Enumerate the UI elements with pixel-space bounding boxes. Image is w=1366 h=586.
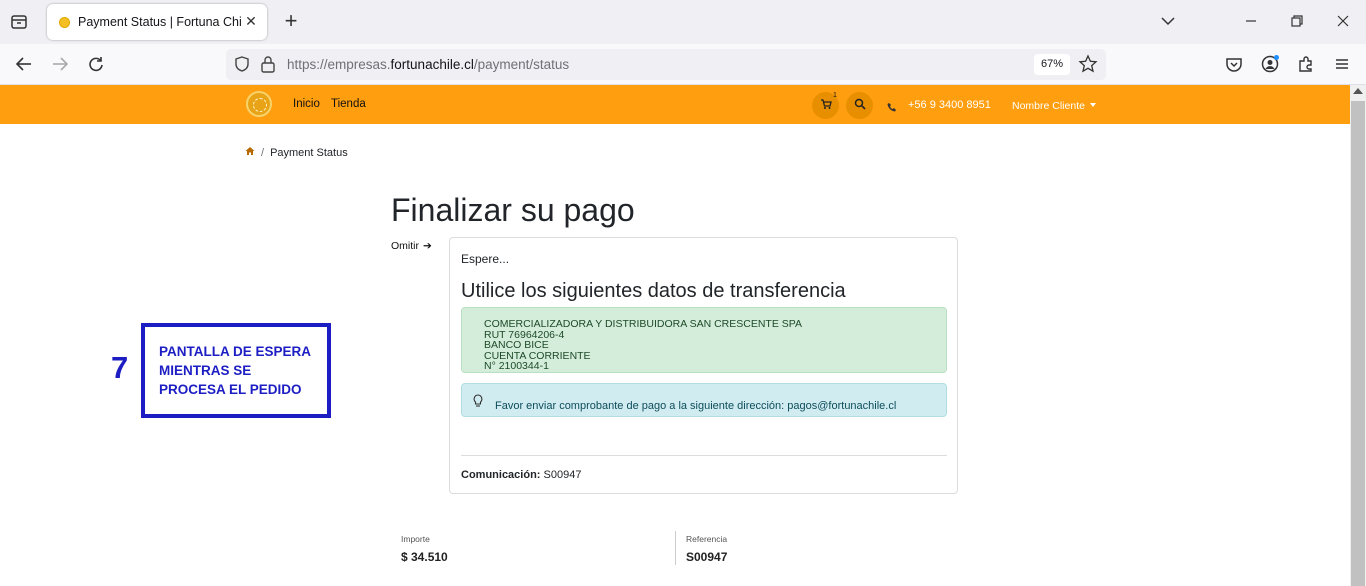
info-message: Favor enviar comprobante de pago a la si… bbox=[495, 400, 897, 412]
new-tab-icon[interactable]: + bbox=[280, 10, 302, 33]
annotation-step-number: 7 bbox=[111, 350, 129, 385]
back-icon[interactable] bbox=[13, 53, 35, 75]
wait-text: Espere... bbox=[461, 252, 510, 266]
restore-icon[interactable] bbox=[1286, 10, 1308, 32]
transfer-company: COMERCIALIZADORA Y DISTRIBUIDORA SAN CRE… bbox=[484, 318, 802, 330]
browser-nav-bar: https://empresas.fortunachile.cl/payment… bbox=[0, 44, 1366, 85]
annotation-line: PROCESA EL PEDIDO bbox=[159, 382, 302, 397]
transfer-rut: RUT 76964206-4 bbox=[484, 328, 565, 341]
address-bar[interactable]: https://empresas.fortunachile.cl/payment… bbox=[226, 49, 1106, 80]
menu-hamburger-icon[interactable] bbox=[1331, 53, 1353, 75]
scrollbar-thumb[interactable] bbox=[1351, 101, 1365, 586]
shield-icon[interactable] bbox=[232, 54, 252, 79]
tab-title: Payment Status | Fortuna Chile bbox=[78, 15, 242, 29]
annotation-box: PANTALLA DE ESPERA MIENTRAS SE PROCESA E… bbox=[141, 323, 331, 418]
search-icon bbox=[854, 97, 866, 115]
lock-icon[interactable] bbox=[259, 54, 277, 79]
user-menu[interactable]: Nombre Cliente bbox=[1012, 100, 1096, 112]
close-window-icon[interactable] bbox=[1332, 10, 1354, 32]
payment-card: Espere... Utilice los siguientes datos d… bbox=[449, 237, 958, 494]
bookmark-star-icon[interactable] bbox=[1078, 54, 1098, 79]
annotation-line: PANTALLA DE ESPERA bbox=[159, 344, 312, 359]
menu-item-inicio[interactable]: Inicio bbox=[293, 98, 320, 110]
home-icon[interactable] bbox=[245, 146, 255, 159]
minimize-icon[interactable] bbox=[1240, 10, 1262, 32]
arrow-right-icon: ➔ bbox=[423, 240, 432, 252]
annotation-line: MIENTRAS SE bbox=[159, 363, 252, 378]
account-icon[interactable] bbox=[1259, 53, 1281, 75]
cart-icon bbox=[820, 97, 832, 115]
close-tab-icon[interactable]: ✕ bbox=[243, 13, 259, 29]
site-header: Inicio Tienda +56 9 3400 8951 Nombre Cli… bbox=[0, 85, 1350, 124]
communication-ref: Comunicación: S00947 bbox=[461, 469, 582, 481]
pocket-icon[interactable] bbox=[1223, 53, 1245, 75]
menu-item-tienda[interactable]: Tienda bbox=[331, 98, 366, 110]
site-logo[interactable] bbox=[246, 91, 272, 117]
transfer-details: COMERCIALIZADORA Y DISTRIBUIDORA SAN CRE… bbox=[461, 307, 947, 373]
transfer-account-type: CUENTA CORRIENTE bbox=[484, 349, 591, 362]
info-alert: Favor enviar comprobante de pago a la si… bbox=[461, 383, 947, 417]
url-text[interactable]: https://empresas.fortunachile.cl/payment… bbox=[287, 57, 569, 72]
reload-icon[interactable] bbox=[85, 53, 107, 75]
extensions-icon[interactable] bbox=[1295, 53, 1317, 75]
card-divider bbox=[461, 455, 947, 456]
page-title: Finalizar su pago bbox=[391, 192, 635, 228]
phone-icon bbox=[887, 99, 897, 117]
tab-overflow-chevron-icon[interactable] bbox=[1157, 10, 1179, 32]
reference-label: Referencia bbox=[686, 534, 728, 544]
amount-value: $ 34.510 bbox=[401, 550, 448, 564]
breadcrumb: / Payment Status bbox=[245, 146, 348, 159]
zoom-level[interactable]: 67% bbox=[1034, 54, 1070, 75]
tab-list-icon[interactable] bbox=[8, 11, 30, 33]
summary-divider bbox=[675, 531, 676, 565]
browser-tab-active[interactable]: Payment Status | Fortuna Chile ✕ bbox=[47, 4, 267, 40]
scroll-up-arrow-icon[interactable] bbox=[1353, 88, 1363, 94]
site-favicon-icon bbox=[59, 16, 70, 28]
transfer-heading: Utilice los siguientes datos de transfer… bbox=[461, 280, 846, 302]
phone-number[interactable]: +56 9 3400 8951 bbox=[908, 99, 991, 111]
forward-icon[interactable] bbox=[49, 53, 71, 75]
caret-down-icon bbox=[1089, 103, 1096, 107]
transfer-account-number: N° 2100344-1 bbox=[484, 360, 549, 373]
lightbulb-icon bbox=[472, 394, 484, 411]
reference-value: S00947 bbox=[686, 550, 728, 564]
breadcrumb-current: Payment Status bbox=[270, 146, 348, 159]
amount-label: Importe bbox=[401, 534, 430, 544]
cart-count-badge: 1 bbox=[833, 92, 837, 99]
skip-link[interactable]: Omitir ➔ bbox=[391, 240, 432, 252]
search-button[interactable] bbox=[846, 92, 873, 119]
browser-tab-bar: Payment Status | Fortuna Chile ✕ + bbox=[0, 0, 1366, 44]
